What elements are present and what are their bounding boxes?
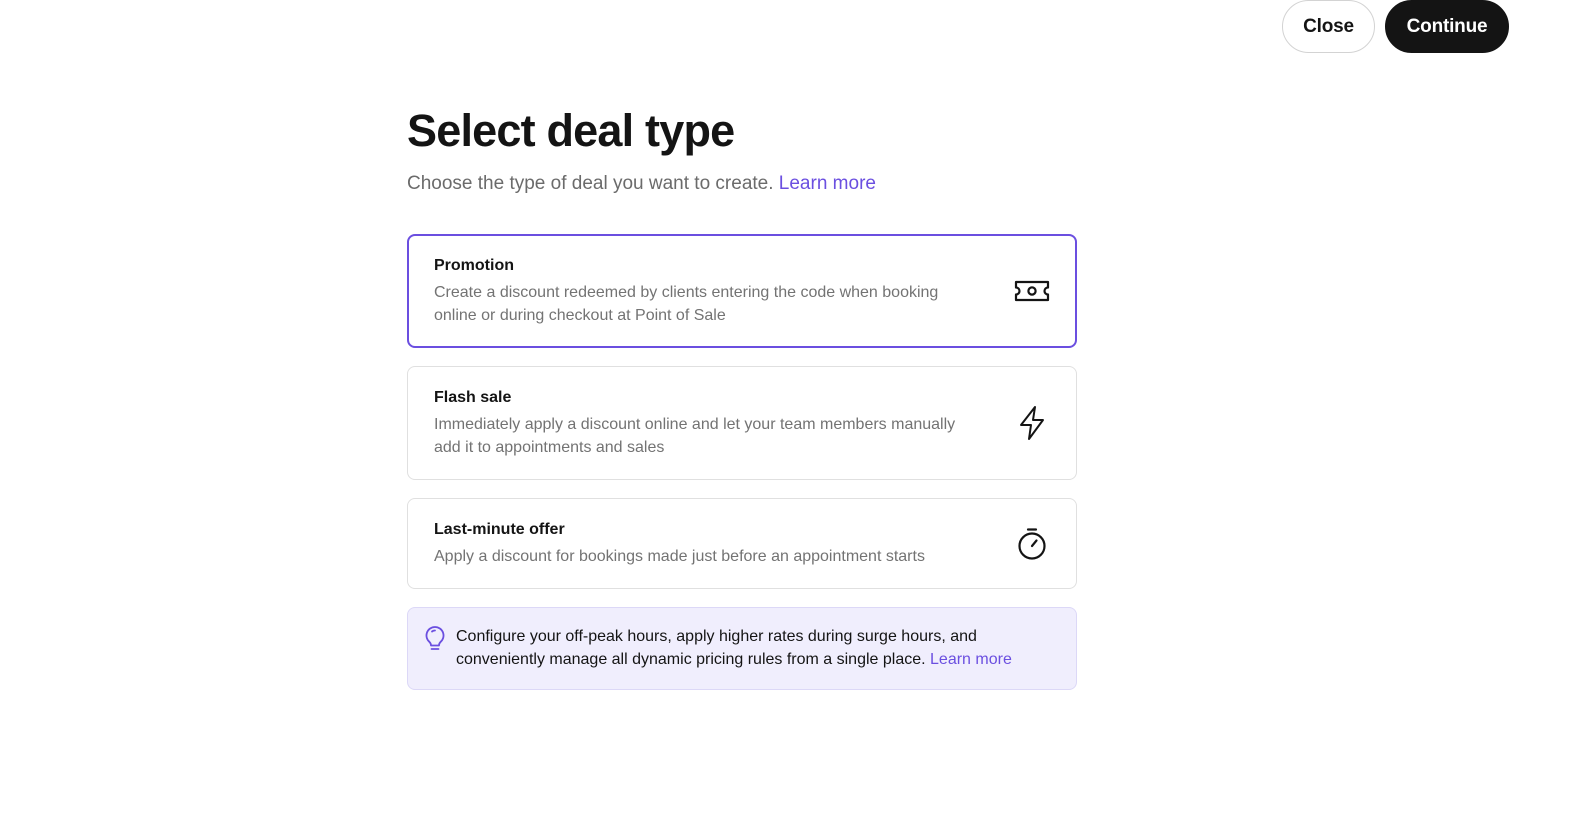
deal-type-title: Last-minute offer xyxy=(434,521,565,538)
learn-more-link[interactable]: Learn more xyxy=(779,173,876,194)
page-subtitle: Choose the type of deal you want to crea… xyxy=(407,170,1077,198)
deal-type-description: Create a discount redeemed by clients en… xyxy=(434,284,939,324)
deal-type-title: Promotion xyxy=(434,257,514,274)
deal-type-promotion[interactable]: Promotion Create a discount redeemed by … xyxy=(407,234,1077,348)
close-button[interactable]: Close xyxy=(1282,0,1375,53)
page-title: Select deal type xyxy=(407,105,735,156)
stopwatch-icon xyxy=(1014,526,1050,562)
tip-text: Configure your off-peak hours, apply hig… xyxy=(456,628,977,668)
tip-learn-more-link[interactable]: Learn more xyxy=(930,651,1012,668)
deal-type-list: Promotion Create a discount redeemed by … xyxy=(407,234,1077,589)
lightbulb-icon xyxy=(424,625,446,653)
main-content: Select deal type Choose the type of deal… xyxy=(407,104,1077,690)
subtitle-text: Choose the type of deal you want to crea… xyxy=(407,173,774,194)
ticket-icon xyxy=(1014,273,1050,309)
deal-type-description: Immediately apply a discount online and … xyxy=(434,416,956,456)
lightning-icon xyxy=(1014,405,1050,441)
dynamic-pricing-tip: Configure your off-peak hours, apply hig… xyxy=(407,607,1077,690)
deal-type-title: Flash sale xyxy=(434,389,512,406)
header-actions: Close Continue xyxy=(1282,0,1509,53)
deal-type-description: Apply a discount for bookings made just … xyxy=(434,548,925,565)
deal-type-flash-sale[interactable]: Flash sale Immediately apply a discount … xyxy=(407,366,1077,480)
continue-button[interactable]: Continue xyxy=(1385,0,1509,53)
deal-type-last-minute-offer[interactable]: Last-minute offer Apply a discount for b… xyxy=(407,498,1077,589)
